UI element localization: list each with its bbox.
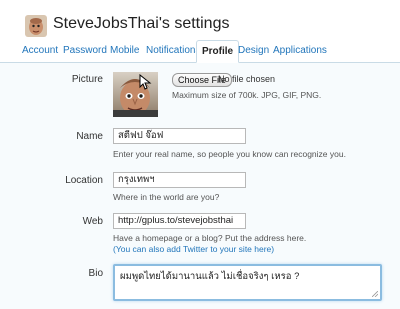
- tab-password[interactable]: Password: [63, 45, 107, 56]
- tab-mobile[interactable]: Mobile: [110, 45, 139, 56]
- bio-text: ผมพูดไทยได้มานานแล้ว ไม่เชื่อจริงๆ เหรอ …: [120, 271, 300, 282]
- page-title: SteveJobsThai's settings: [53, 15, 230, 32]
- header: SteveJobsThai's settings: [0, 0, 400, 40]
- name-hint: Enter your real name, so people you know…: [113, 149, 346, 159]
- name-field[interactable]: สตีฟป จ๊อฟ: [113, 128, 246, 144]
- avatar: [25, 15, 47, 37]
- web-hint: Have a homepage or a blog? Put the addre…: [113, 233, 307, 243]
- picture-hint: Maximum size of 700k. JPG, GIF, PNG.: [172, 90, 322, 100]
- tab-profile[interactable]: Profile: [196, 40, 240, 63]
- location-hint: Where in the world are you?: [113, 192, 220, 202]
- bio-label: Bio: [88, 268, 103, 279]
- name-label: Name: [76, 131, 103, 142]
- web-label: Web: [82, 216, 103, 227]
- tab-account[interactable]: Account: [22, 45, 58, 56]
- settings-tabs: Account Password Mobile Notifications Pr…: [0, 40, 400, 63]
- file-status: No file chosen: [218, 74, 276, 84]
- picture-label: Picture: [71, 74, 103, 85]
- add-twitter-link[interactable]: (You can also add Twitter to your site h…: [113, 244, 274, 254]
- location-field[interactable]: กรุงเทพฯ: [113, 172, 246, 188]
- tab-design[interactable]: Design: [238, 45, 269, 56]
- tab-notifications[interactable]: Notifications: [146, 45, 200, 56]
- pointer-cursor-icon: [139, 74, 152, 90]
- location-label: Location: [65, 175, 103, 186]
- tab-applications[interactable]: Applications: [273, 45, 327, 56]
- resize-grip-icon[interactable]: [372, 291, 378, 297]
- bio-textarea[interactable]: ผมพูดไทยได้มานานแล้ว ไม่เชื่อจริงๆ เหรอ …: [113, 264, 382, 301]
- web-field[interactable]: http://gplus.to/stevejobsthai: [113, 213, 246, 229]
